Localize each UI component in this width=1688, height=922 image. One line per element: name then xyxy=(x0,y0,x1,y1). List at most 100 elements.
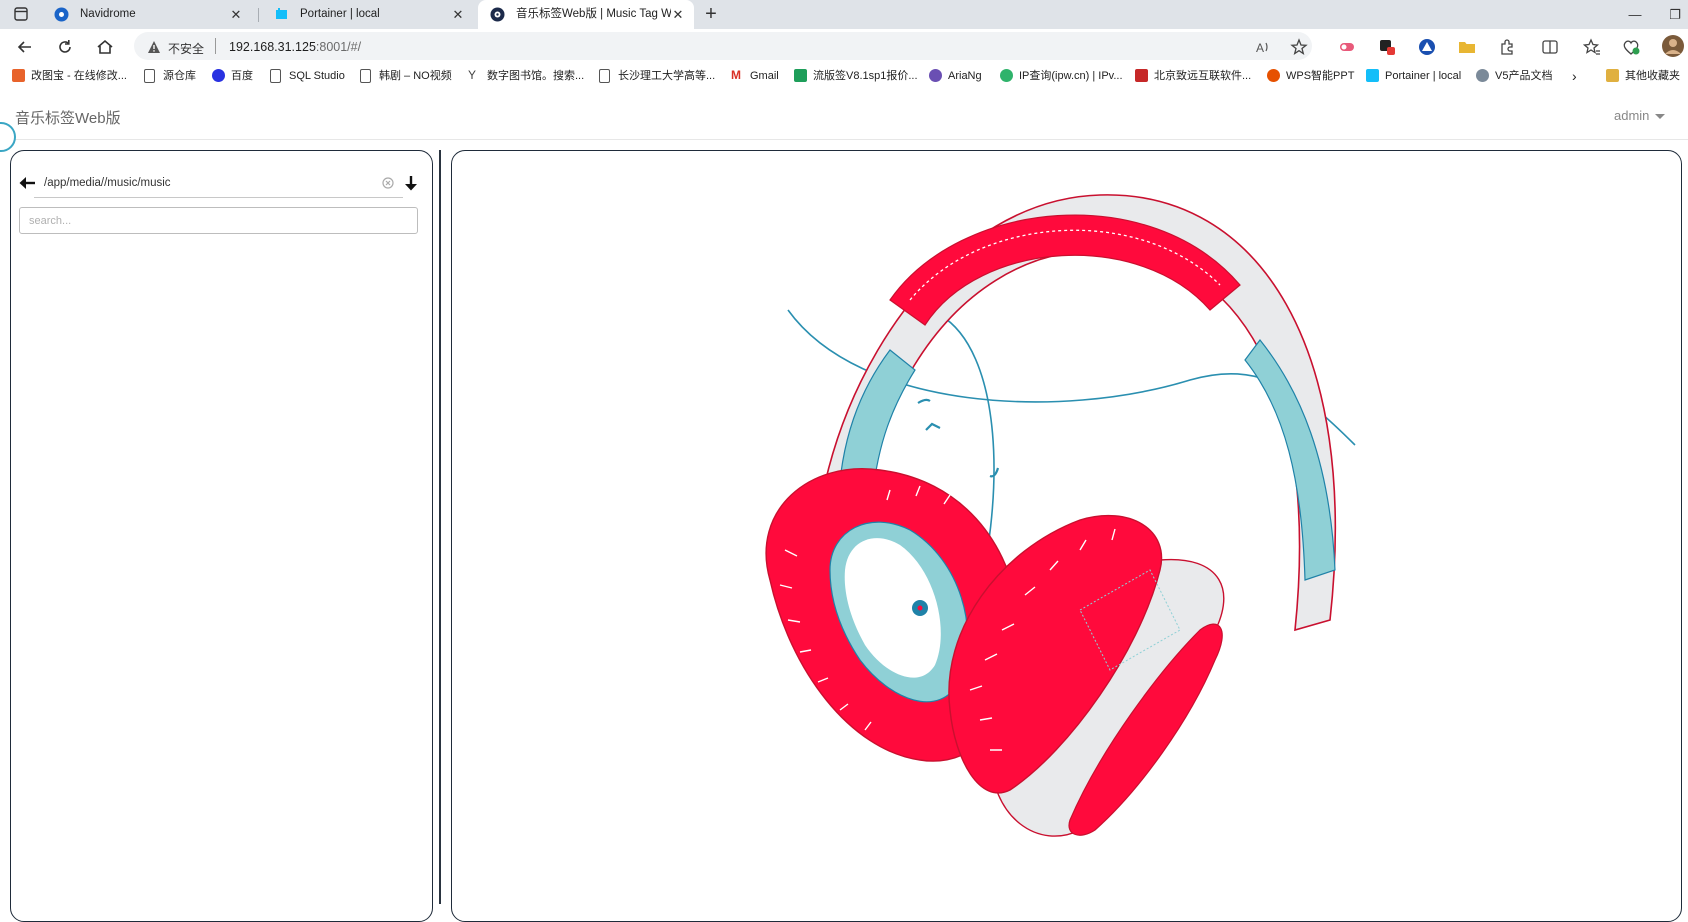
bookmark-item[interactable]: IP查询(ipw.cn) | IPv... xyxy=(1000,68,1123,84)
app-brand[interactable]: 音乐标签Web版 xyxy=(15,107,121,128)
close-icon[interactable]: ✕ xyxy=(450,0,466,29)
navidrome-icon xyxy=(54,7,69,22)
folder-icon xyxy=(1606,69,1619,82)
restore-icon[interactable]: ❐ xyxy=(1660,0,1688,29)
bookmark-label: 韩剧 – NO视频 xyxy=(379,70,452,82)
tab-label: Portainer | local xyxy=(300,8,380,20)
bookmark-label: 北京致远互联软件... xyxy=(1154,70,1252,82)
bookmark-label: 长沙理工大学高等... xyxy=(618,70,716,82)
bookmark-label: Gmail xyxy=(750,70,779,82)
bookmark-item[interactable]: 改图宝 - 在线修改... xyxy=(12,68,127,84)
bookmark-item[interactable]: 韩剧 – NO视频 xyxy=(360,68,452,84)
tab-actions-icon[interactable] xyxy=(14,7,28,21)
new-tab-icon[interactable]: + xyxy=(700,3,722,25)
extensions-puzzle-icon[interactable] xyxy=(1498,38,1516,56)
extension-folder-icon[interactable] xyxy=(1458,38,1476,56)
bookmark-item[interactable]: 长沙理工大学高等... xyxy=(599,68,715,84)
bookmark-label: 流版签V8.1sp1报价... xyxy=(813,70,918,82)
path-text: /app/media//music/music xyxy=(44,177,171,189)
bookmark-item[interactable]: 百度 xyxy=(212,68,253,84)
panel-divider[interactable] xyxy=(439,150,441,904)
library-icon: Y xyxy=(468,68,477,82)
bookmark-label: IP查询(ipw.cn) | IPv... xyxy=(1019,70,1123,82)
page-icon xyxy=(144,69,155,83)
tab-separator xyxy=(258,8,259,22)
file-browser-panel xyxy=(10,150,433,922)
wps-icon xyxy=(1267,69,1280,82)
tab-label: Navidrome xyxy=(80,8,136,20)
bookmark-label: 百度 xyxy=(231,70,253,82)
seeyon-icon xyxy=(1135,69,1148,82)
home-icon[interactable] xyxy=(95,37,115,57)
security-label[interactable]: 不安全 xyxy=(168,40,204,57)
avatar[interactable] xyxy=(1662,35,1684,57)
favorites-icon[interactable] xyxy=(1583,38,1601,56)
app-navbar xyxy=(0,90,1688,140)
minimize-icon[interactable]: — xyxy=(1620,0,1650,29)
back-icon[interactable] xyxy=(15,37,35,57)
extension-toggle-icon[interactable] xyxy=(1338,38,1356,56)
bookmark-label: AriaNg xyxy=(948,70,982,82)
browser-tab-bar: Navidrome ✕ Portainer | local ✕ 音乐标签Web版… xyxy=(0,0,1688,29)
extension-badge-icon[interactable] xyxy=(1378,38,1396,56)
warning-icon[interactable] xyxy=(147,40,161,54)
tab-label: 音乐标签Web版 | Music Tag Web xyxy=(516,8,671,20)
bookmark-label: 源仓库 xyxy=(163,70,196,82)
url-host: 192.168.31.125 xyxy=(229,40,316,54)
tab-navidrome[interactable]: Navidrome ✕ xyxy=(42,0,252,29)
bookmark-item[interactable]: WPS智能PPT xyxy=(1267,68,1354,84)
ariang-icon xyxy=(929,69,942,82)
user-menu[interactable]: admin xyxy=(1614,108,1666,123)
bookmark-label: 其他收藏夹 xyxy=(1625,70,1680,82)
bookmark-label: Portainer | local xyxy=(1385,70,1462,82)
close-icon[interactable]: ✕ xyxy=(228,0,244,29)
address-separator xyxy=(215,38,216,54)
bookmark-item[interactable]: SQL Studio xyxy=(270,68,345,84)
bookmark-item[interactable]: Portainer | local xyxy=(1366,68,1461,84)
page-icon xyxy=(599,69,610,83)
gmail-icon: M xyxy=(731,68,741,82)
bookmark-label: V5产品文档 xyxy=(1495,70,1553,82)
headphones-illustration xyxy=(765,194,1356,837)
bookmark-item[interactable]: AriaNg xyxy=(929,68,982,84)
bookmark-item[interactable]: 流版签V8.1sp1报价... xyxy=(794,68,918,84)
v5-icon xyxy=(1476,69,1489,82)
page-icon xyxy=(270,69,281,83)
more-bookmarks-icon[interactable]: › xyxy=(1572,68,1577,84)
caret-down-icon xyxy=(1655,114,1666,120)
portainer-icon xyxy=(1366,69,1379,82)
split-screen-icon[interactable] xyxy=(1541,38,1559,56)
extension-triangle-icon[interactable] xyxy=(1418,38,1436,56)
bookmark-label: SQL Studio xyxy=(289,70,345,82)
bookmark-label: 改图宝 - 在线修改... xyxy=(31,70,127,82)
music-tag-icon xyxy=(490,7,505,22)
bookmark-item[interactable]: 其他收藏夹 xyxy=(1606,68,1680,84)
clear-icon[interactable] xyxy=(382,177,394,189)
music-note-icon xyxy=(917,398,1000,478)
search-input[interactable] xyxy=(19,207,418,234)
read-aloud-icon[interactable]: A xyxy=(1254,38,1272,56)
baidu-icon xyxy=(212,69,225,82)
favorite-star-icon[interactable] xyxy=(1290,38,1308,56)
bookmark-label: WPS智能PPT xyxy=(1286,70,1355,82)
refresh-icon[interactable] xyxy=(55,37,75,57)
bookmark-icon xyxy=(12,69,25,82)
tab-portainer[interactable]: Portainer | local ✕ xyxy=(262,0,474,29)
svg-text:A: A xyxy=(1256,41,1264,55)
bookmark-item[interactable]: 北京致远互联软件... xyxy=(1135,68,1251,84)
ipw-icon xyxy=(1000,69,1013,82)
bookmark-item[interactable]: Y 数字图书馆。搜索... xyxy=(468,68,584,84)
bookmark-item[interactable]: M Gmail xyxy=(731,68,779,84)
sheet-icon xyxy=(794,69,807,82)
bookmark-item[interactable]: 源仓库 xyxy=(144,68,196,84)
page-icon xyxy=(360,69,371,83)
url-text[interactable]: 192.168.31.125:8001/#/ xyxy=(229,40,361,54)
tab-music-tag[interactable]: 音乐标签Web版 | Music Tag Web ✕ xyxy=(478,0,694,29)
bookmark-item[interactable]: V5产品文档 xyxy=(1476,68,1552,84)
arrow-down-icon[interactable] xyxy=(404,175,418,191)
portainer-icon xyxy=(276,8,287,19)
bookmark-label: 数字图书馆。搜索... xyxy=(487,70,585,82)
close-icon[interactable]: ✕ xyxy=(670,0,686,29)
url-path: :8001/#/ xyxy=(315,40,362,54)
browser-essentials-icon[interactable] xyxy=(1622,38,1640,56)
